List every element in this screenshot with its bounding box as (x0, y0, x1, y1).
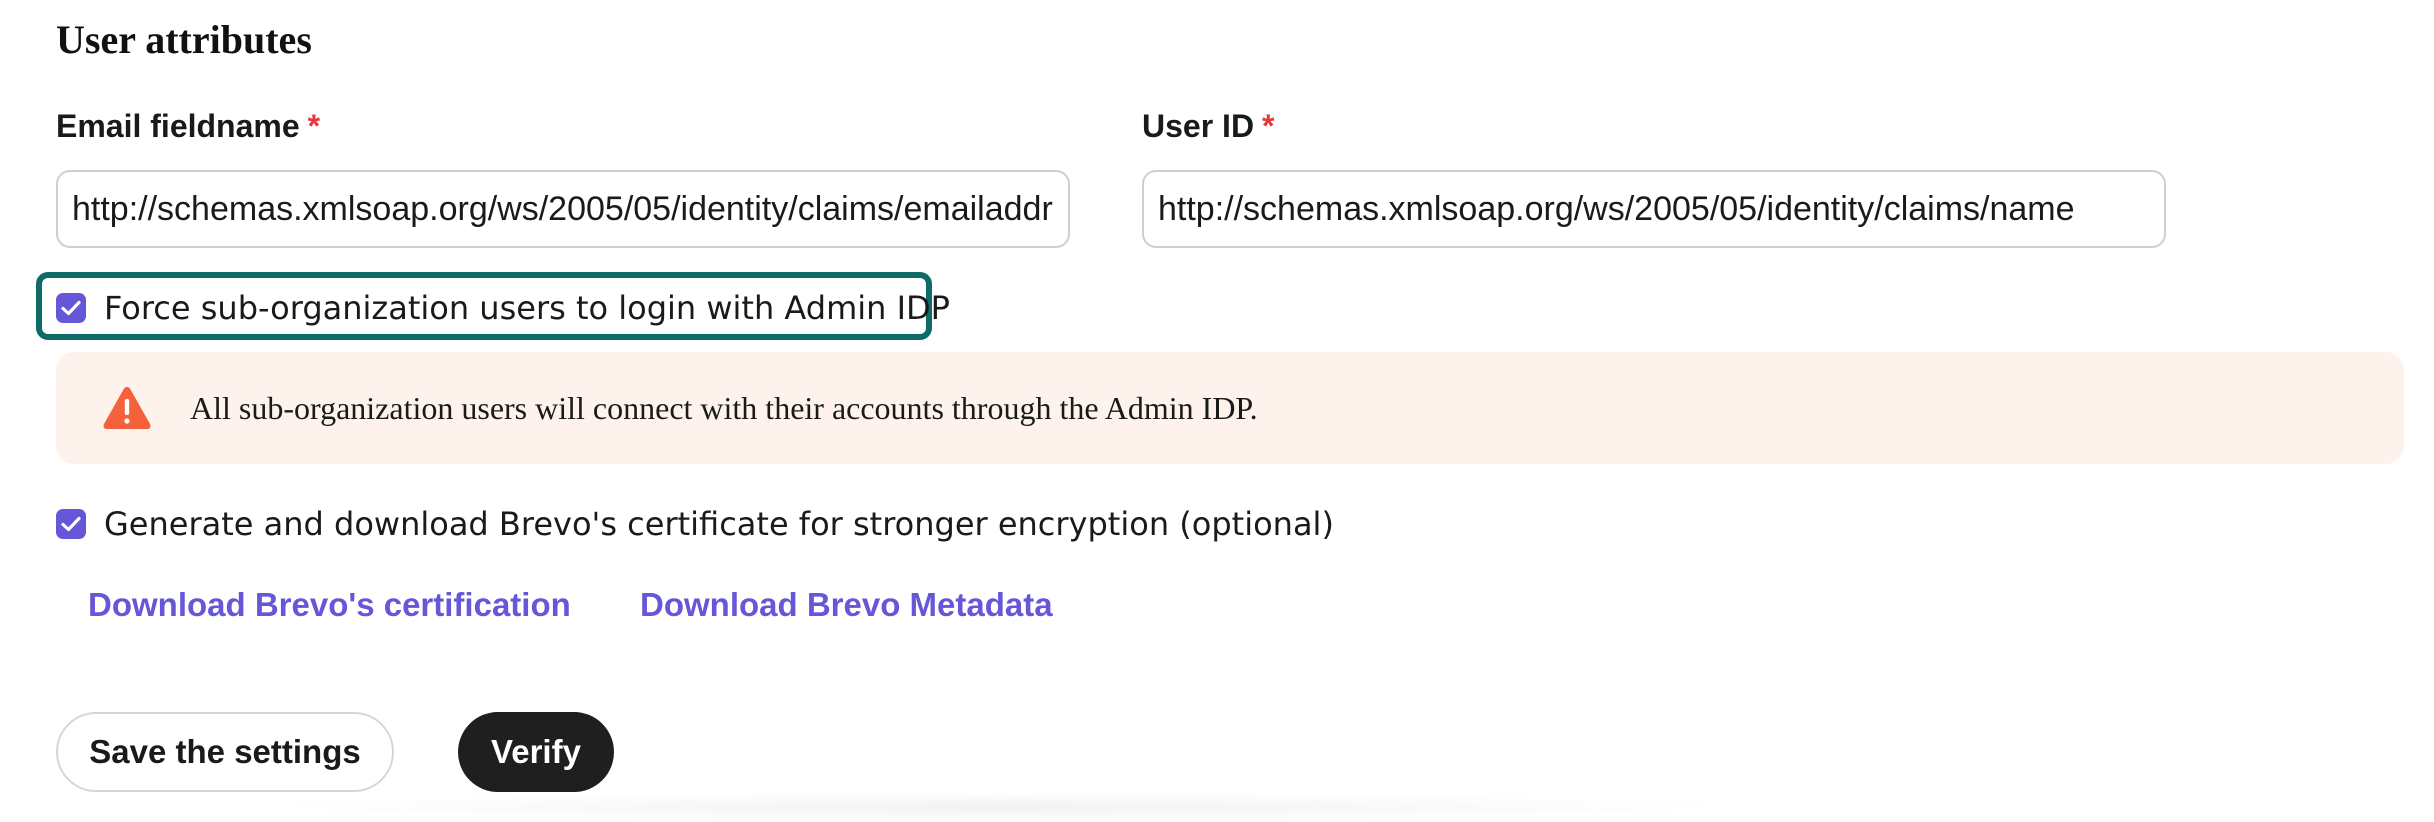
warning-alert: All sub-organization users will connect … (56, 352, 2404, 464)
force-admin-idp-option[interactable]: Force sub-organization users to login wi… (56, 289, 950, 327)
required-asterisk: * (307, 108, 321, 144)
verify-button[interactable]: Verify (458, 712, 614, 792)
warning-alert-text: All sub-organization users will connect … (190, 389, 1258, 426)
save-settings-button[interactable]: Save the settings (56, 712, 394, 792)
force-admin-idp-checkbox[interactable] (56, 293, 86, 323)
warning-triangle-icon (103, 387, 151, 429)
required-asterisk: * (1262, 108, 1275, 144)
user-id-label-text: User ID (1142, 108, 1255, 144)
email-field-label-text: Email fieldname (56, 108, 300, 144)
email-fieldname-input[interactable] (56, 170, 1070, 248)
certificate-checkbox[interactable] (56, 509, 86, 539)
user-id-label: User ID * (1142, 108, 1275, 145)
download-certification-link[interactable]: Download Brevo's certification (88, 586, 571, 624)
download-metadata-link[interactable]: Download Brevo Metadata (640, 586, 1053, 624)
certificate-option[interactable]: Generate and download Brevo's certificat… (56, 505, 1334, 543)
user-id-input[interactable] (1142, 170, 2166, 248)
email-field-label: Email fieldname * (56, 108, 320, 145)
section-title: User attributes (56, 17, 312, 62)
force-admin-idp-label[interactable]: Force sub-organization users to login wi… (104, 289, 950, 327)
checkmark-icon (61, 516, 81, 532)
checkmark-icon (61, 300, 81, 316)
bottom-shadow (250, 792, 1750, 822)
certificate-label[interactable]: Generate and download Brevo's certificat… (104, 505, 1334, 543)
